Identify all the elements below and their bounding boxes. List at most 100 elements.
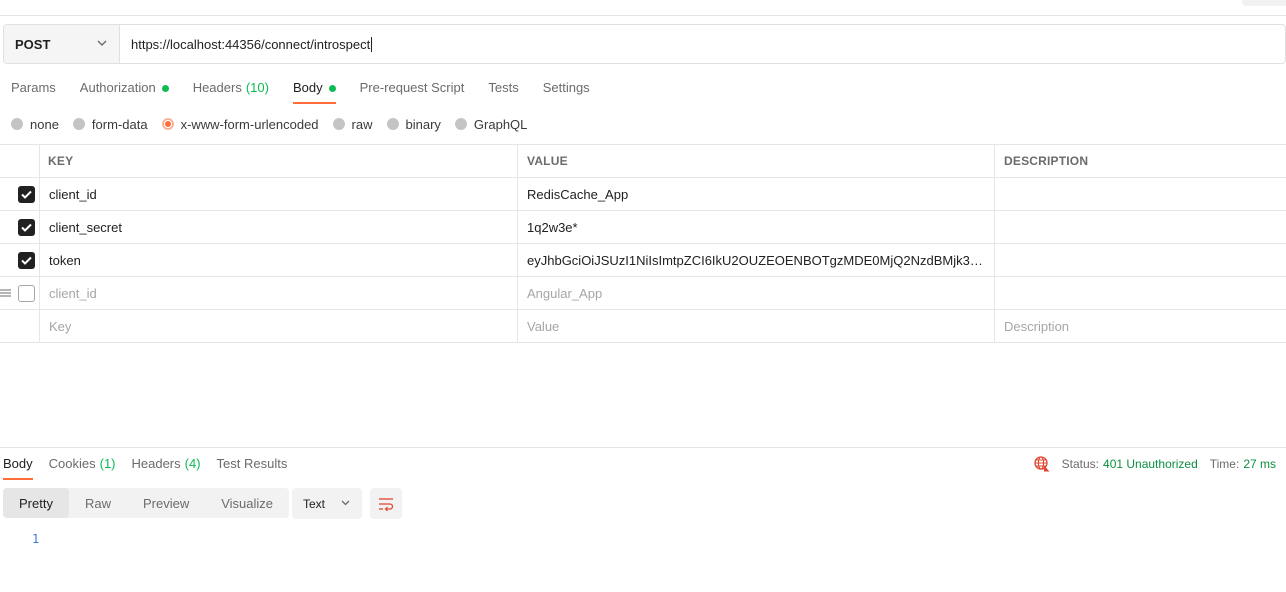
radio-button[interactable] bbox=[72, 118, 85, 130]
response-tab-test-results[interactable]: Test Results bbox=[217, 452, 288, 480]
row-enabled-checkbox[interactable] bbox=[18, 284, 35, 302]
chevron-down-icon bbox=[341, 500, 350, 506]
url-input[interactable]: https://localhost:44356/connect/introspe… bbox=[120, 25, 1285, 63]
key-cell[interactable]: client_id bbox=[40, 178, 518, 210]
description-cell[interactable] bbox=[995, 277, 1286, 309]
body-type-graphql[interactable]: GraphQL bbox=[454, 116, 528, 132]
new-description-input[interactable]: Description bbox=[995, 310, 1286, 342]
tab-label: Params bbox=[11, 80, 56, 95]
body-type-urlencoded[interactable]: x-www-form-urlencoded bbox=[161, 116, 319, 132]
line-number: 1 bbox=[32, 532, 40, 546]
radio-label: x-www-form-urlencoded bbox=[180, 116, 319, 132]
tab-headers[interactable]: Headers (10) bbox=[193, 76, 269, 104]
response-tab-headers[interactable]: Headers (4) bbox=[132, 452, 201, 480]
http-method-label: POST bbox=[15, 36, 51, 52]
tab-settings[interactable]: Settings bbox=[543, 76, 590, 104]
tab-label: Settings bbox=[542, 80, 590, 95]
value-cell[interactable]: Angular_App bbox=[518, 277, 995, 309]
value-cell[interactable]: 1q2w3e* bbox=[518, 211, 995, 243]
radio-button[interactable] bbox=[11, 118, 23, 130]
globe-error-icon[interactable] bbox=[1034, 456, 1050, 472]
value-cell[interactable]: RedisCache_App bbox=[518, 178, 995, 210]
description-cell[interactable] bbox=[995, 244, 1286, 276]
response-format-select[interactable]: Text bbox=[292, 488, 362, 519]
text-caret bbox=[371, 36, 373, 52]
key-cell[interactable]: token bbox=[40, 244, 518, 276]
value-cell[interactable]: eyJhbGciOiJSUzI1NiIsImtpZCI6IkU2OUZEOENB… bbox=[518, 244, 995, 276]
tab-body[interactable]: Body bbox=[292, 76, 336, 104]
radio-button[interactable] bbox=[386, 118, 399, 130]
key-cell[interactable]: client_secret bbox=[40, 211, 518, 243]
active-indicator-dot bbox=[161, 85, 169, 92]
tab-label: Headers bbox=[192, 80, 242, 95]
row-enabled-checkbox[interactable] bbox=[18, 251, 35, 269]
row-enabled-checkbox[interactable] bbox=[18, 185, 35, 203]
time-value[interactable]: 27 ms bbox=[1243, 457, 1276, 471]
radio-button[interactable] bbox=[332, 118, 345, 130]
request-tabs: Params Authorization Headers (10) Body Pr… bbox=[0, 76, 602, 104]
radio-label: none bbox=[30, 116, 59, 132]
status-value[interactable]: 401 Unauthorized bbox=[1103, 457, 1198, 471]
body-type-raw[interactable]: raw bbox=[332, 116, 373, 132]
view-mode-pretty[interactable]: Pretty bbox=[3, 488, 69, 518]
url-text: https://localhost:44356/connect/introspe… bbox=[131, 36, 371, 52]
table-header-row: KEY VALUE DESCRIPTION bbox=[0, 145, 1286, 178]
radio-button[interactable] bbox=[454, 118, 467, 130]
tab-label: Pre-request Script bbox=[359, 80, 465, 95]
row-check-cell bbox=[0, 277, 40, 309]
tab-count: (1) bbox=[99, 456, 116, 471]
body-type-binary[interactable]: binary bbox=[386, 116, 441, 132]
http-method-select[interactable]: POST bbox=[4, 25, 120, 63]
response-tabs: Body Cookies (1) Headers (4) Test Results bbox=[0, 452, 295, 480]
radio-label: binary bbox=[405, 116, 441, 132]
table-row: client_id Angular_App bbox=[0, 277, 1286, 310]
description-cell[interactable] bbox=[995, 211, 1286, 243]
key-text: client_id bbox=[49, 285, 97, 301]
table-new-row: Key Value Description bbox=[0, 310, 1286, 343]
response-meta: Status: 401 Unauthorized Time: 27 ms bbox=[1034, 456, 1276, 472]
radio-button-selected[interactable] bbox=[161, 118, 174, 130]
table-row: client_secret 1q2w3e* bbox=[0, 211, 1286, 244]
chevron-down-icon bbox=[97, 40, 107, 46]
new-key-input[interactable]: Key bbox=[40, 310, 518, 342]
wrap-lines-icon bbox=[379, 497, 394, 511]
placeholder-text: Description bbox=[1004, 318, 1070, 334]
header-check-cell bbox=[0, 145, 40, 177]
view-mode-visualize[interactable]: Visualize bbox=[205, 488, 289, 518]
view-mode-preview[interactable]: Preview bbox=[127, 488, 205, 518]
row-check-cell bbox=[0, 310, 40, 342]
value-text: eyJhbGciOiJSUzI1NiIsImtpZCI6IkU2OUZEOENB… bbox=[527, 252, 991, 268]
value-text: 1q2w3e* bbox=[527, 219, 578, 235]
placeholder-text: Value bbox=[527, 318, 560, 334]
radio-label: form-data bbox=[91, 116, 148, 132]
request-url-bar: POST https://localhost:44356/connect/int… bbox=[3, 24, 1286, 64]
new-value-input[interactable]: Value bbox=[518, 310, 995, 342]
tab-label: Body bbox=[292, 80, 323, 95]
body-params-table: KEY VALUE DESCRIPTION client_id RedisCac… bbox=[0, 144, 1286, 343]
checkmark-icon bbox=[21, 190, 32, 199]
tab-label: Cookies bbox=[48, 456, 96, 471]
tab-pre-request-script[interactable]: Pre-request Script bbox=[360, 76, 465, 104]
tab-authorization[interactable]: Authorization bbox=[80, 76, 169, 104]
row-enabled-checkbox[interactable] bbox=[18, 218, 35, 236]
response-tab-body[interactable]: Body bbox=[3, 452, 33, 480]
body-type-none[interactable]: none bbox=[11, 117, 59, 132]
key-text: client_id bbox=[49, 186, 97, 202]
key-cell[interactable]: client_id bbox=[40, 277, 518, 309]
radio-label: raw bbox=[351, 116, 373, 132]
key-text: client_secret bbox=[49, 219, 122, 235]
view-mode-raw[interactable]: Raw bbox=[69, 488, 127, 518]
tab-label: Body bbox=[3, 456, 33, 471]
response-divider[interactable] bbox=[0, 447, 1286, 448]
wrap-lines-button[interactable] bbox=[370, 488, 402, 519]
description-cell[interactable] bbox=[995, 178, 1286, 210]
tab-params[interactable]: Params bbox=[11, 76, 56, 104]
response-tab-cookies[interactable]: Cookies (1) bbox=[49, 452, 116, 480]
row-check-cell bbox=[0, 178, 40, 210]
radio-label: GraphQL bbox=[473, 116, 528, 132]
body-type-form-data[interactable]: form-data bbox=[72, 116, 148, 132]
drag-handle-icon[interactable] bbox=[0, 288, 11, 298]
table-row: token eyJhbGciOiJSUzI1NiIsImtpZCI6IkU2OU… bbox=[0, 244, 1286, 277]
top-right-control[interactable] bbox=[1242, 0, 1286, 6]
tab-tests[interactable]: Tests bbox=[488, 76, 518, 104]
